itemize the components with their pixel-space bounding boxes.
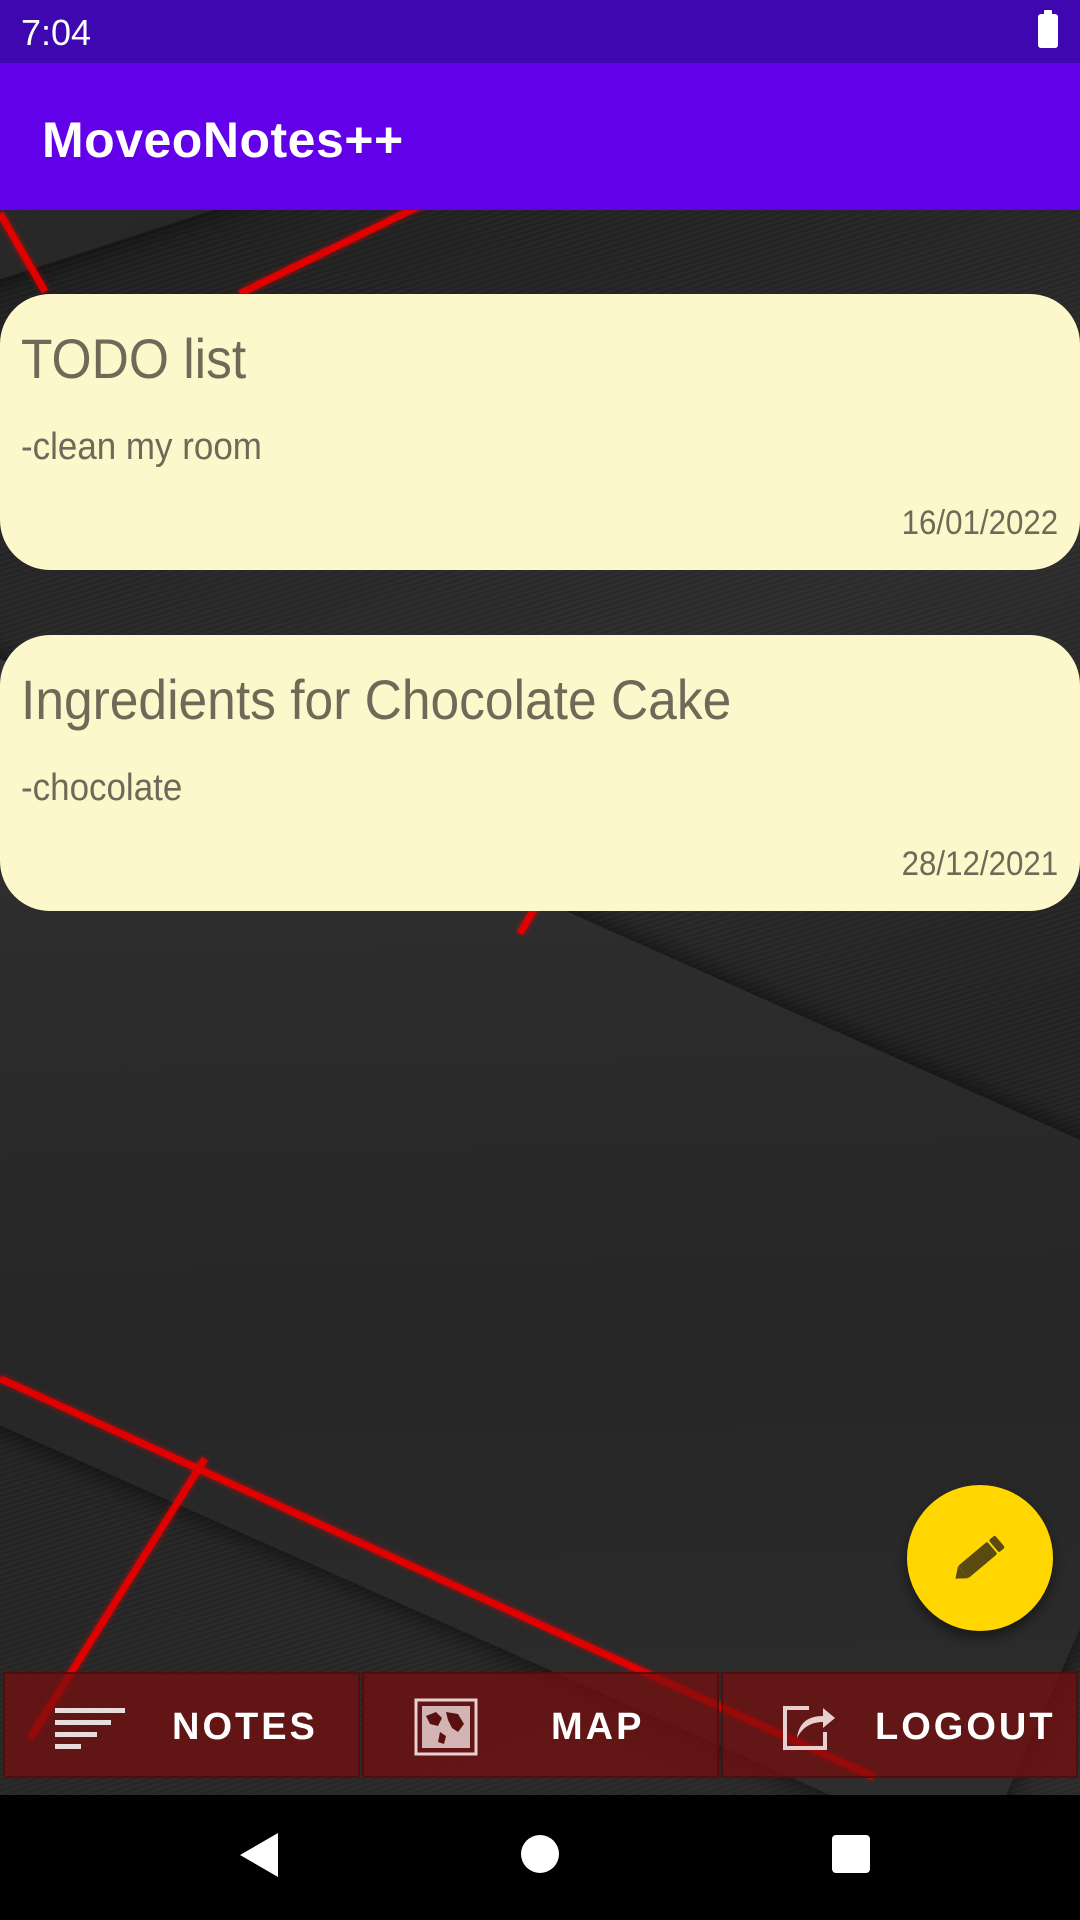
app-title: MoveoNotes++ [42,112,404,168]
note-date: 16/01/2022 [901,504,1058,542]
note-card[interactable]: Ingredients for Chocolate Cake -chocolat… [0,635,1080,911]
home-icon[interactable] [521,1835,559,1873]
note-body: -clean my room [21,426,262,468]
add-note-button[interactable] [907,1485,1053,1631]
nav-logout-button[interactable]: LOGOUT [721,1672,1078,1778]
nav-map-label: MAP [551,1706,645,1748]
note-body: -chocolate [21,767,183,809]
back-icon[interactable] [238,1831,280,1879]
nav-notes-label: NOTES [172,1706,318,1748]
app-bar: MoveoNotes++ [0,63,1080,210]
decor-red-line [238,210,458,297]
note-date: 28/12/2021 [901,845,1058,883]
share-export-icon [783,1706,835,1750]
note-title: TODO list [21,327,247,390]
nav-map-button[interactable]: MAP [362,1672,719,1778]
nav-notes-button[interactable]: NOTES [3,1672,360,1778]
list-icon [55,1708,125,1749]
status-time: 7:04 [21,12,92,53]
pencil-icon [955,1535,1005,1579]
note-card[interactable]: TODO list -clean my room 16/01/2022 [0,294,1080,570]
status-bar: 7:04 [0,0,1080,63]
system-navigation-bar [0,1795,1080,1920]
bottom-navigation: NOTES MAP LOGOUT [0,1672,1080,1778]
note-title: Ingredients for Chocolate Cake [21,668,732,731]
nav-logout-label: LOGOUT [875,1706,1056,1748]
battery-icon [1038,10,1058,48]
recent-apps-icon[interactable] [832,1835,870,1873]
world-map-icon [414,1698,478,1756]
